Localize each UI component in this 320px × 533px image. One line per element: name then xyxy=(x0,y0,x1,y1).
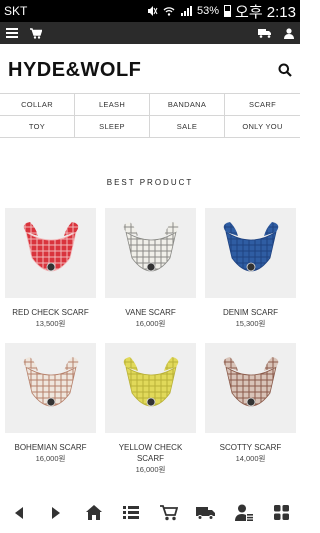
wifi-icon xyxy=(163,7,175,16)
delivery-truck-icon[interactable] xyxy=(190,497,222,529)
list-icon[interactable] xyxy=(115,497,147,529)
signal-icon xyxy=(181,6,192,16)
back-icon[interactable] xyxy=(3,497,35,529)
product-card[interactable]: SCOTTY SCARF 14,000원 xyxy=(205,343,296,468)
top-app-bar xyxy=(0,22,300,44)
grid-icon[interactable] xyxy=(265,497,297,529)
cart-icon[interactable] xyxy=(30,27,42,39)
user-icon[interactable] xyxy=(284,27,294,39)
product-image[interactable] xyxy=(105,343,196,433)
category-collar[interactable]: COLLAR xyxy=(0,94,75,116)
category-leash[interactable]: LEASH xyxy=(75,94,150,116)
product-card[interactable]: BOHEMIAN SCARF 16,000원 xyxy=(5,343,96,468)
delivery-truck-icon[interactable] xyxy=(258,28,272,38)
carrier-name: SKT xyxy=(4,4,28,18)
product-price: 16,000원 xyxy=(35,454,66,463)
product-grid: RED CHECK SCARF 13,500원 VANE SCARF 16,000원 D… xyxy=(5,208,296,474)
system-status-bar: SKT 53% 오후 2:13 xyxy=(0,0,300,22)
product-image[interactable] xyxy=(205,208,296,298)
category-only-you[interactable]: ONLY YOU xyxy=(225,116,300,138)
mute-icon xyxy=(148,6,158,16)
product-card[interactable]: DENIM SCARF 15,300원 xyxy=(205,208,296,333)
cart-icon[interactable] xyxy=(153,497,185,529)
battery-icon xyxy=(224,5,232,17)
product-image[interactable] xyxy=(5,208,96,298)
product-price: 13,500원 xyxy=(35,319,66,328)
product-card[interactable]: VANE SCARF 16,000원 xyxy=(105,208,196,333)
section-title: BEST PRODUCT xyxy=(106,178,194,187)
product-name[interactable]: VANE SCARF xyxy=(105,307,196,318)
category-toy[interactable]: TOY xyxy=(0,116,75,138)
category-sleep[interactable]: SLEEP xyxy=(75,116,150,138)
forward-icon[interactable] xyxy=(40,497,72,529)
product-name[interactable]: RED CHECK SCARF xyxy=(5,307,96,318)
category-scarf[interactable]: SCARF xyxy=(225,94,300,116)
site-logo[interactable]: HYDE&WOLF xyxy=(8,59,278,82)
battery-percent: 53% xyxy=(197,5,220,17)
home-icon[interactable] xyxy=(78,497,110,529)
bottom-navigation xyxy=(0,492,300,533)
product-price: 14,000원 xyxy=(235,454,266,463)
product-price: 15,300원 xyxy=(235,319,266,328)
product-price: 16,000원 xyxy=(135,465,166,474)
product-price: 16,000원 xyxy=(135,319,166,328)
site-header: HYDE&WOLF xyxy=(0,44,300,96)
my-page-icon[interactable] xyxy=(228,497,260,529)
category-sale[interactable]: SALE xyxy=(150,116,225,138)
category-menu: COLLAR LEASH BANDANA SCARF TOY SLEEP SALE ONLY … xyxy=(0,93,300,138)
product-name[interactable]: YELLOW CHECK SCARF xyxy=(105,442,196,464)
search-icon[interactable] xyxy=(278,63,292,77)
product-image[interactable] xyxy=(5,343,96,433)
clock: 오후 2:13 xyxy=(235,3,296,21)
product-card[interactable]: RED CHECK SCARF 13,500원 xyxy=(5,208,96,333)
product-image[interactable] xyxy=(105,208,196,298)
menu-icon[interactable] xyxy=(6,28,18,38)
product-name[interactable]: BOHEMIAN SCARF xyxy=(5,442,96,453)
category-bandana[interactable]: BANDANA xyxy=(150,94,225,116)
product-name[interactable]: DENIM SCARF xyxy=(205,307,296,318)
product-name[interactable]: SCOTTY SCARF xyxy=(205,442,296,453)
product-card[interactable]: YELLOW CHECK SCARF 16,000원 xyxy=(105,343,196,474)
product-image[interactable] xyxy=(205,343,296,433)
